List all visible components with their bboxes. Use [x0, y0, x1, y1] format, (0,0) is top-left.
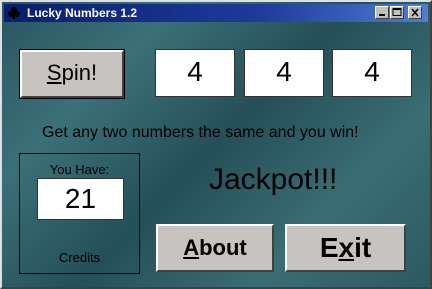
close-button[interactable]: [408, 6, 422, 19]
main-window: Lucky Numbers 1.2 Spin! 4 4 4 Get any tw…: [0, 0, 432, 289]
maximize-button[interactable]: [390, 6, 404, 19]
spin-label: pin!: [61, 60, 98, 85]
exit-accel-letter: x: [338, 232, 355, 263]
window-title: Lucky Numbers 1.2: [27, 6, 138, 20]
credits-heading: You Have:: [49, 162, 110, 177]
credits-panel: You Have: 21 Credits: [19, 153, 140, 274]
exit-first-letter: E: [319, 232, 339, 263]
close-icon: [411, 8, 419, 17]
result-text: Jackpot!!!: [209, 163, 338, 196]
title-bar[interactable]: Lucky Numbers 1.2: [4, 4, 428, 22]
about-button[interactable]: About: [156, 224, 274, 272]
reel-1: 4: [155, 49, 235, 97]
rules-text: Get any two numbers the same and you win…: [42, 124, 359, 141]
app-club-icon[interactable]: [7, 6, 21, 20]
spin-accel-letter: S: [46, 60, 62, 85]
reel-3: 4: [332, 49, 412, 97]
minimize-button[interactable]: [375, 6, 389, 19]
exit-label: it: [354, 232, 372, 263]
credits-value: 21: [37, 178, 124, 220]
spin-button[interactable]: Spin!: [19, 49, 125, 99]
reel-2: 4: [244, 49, 324, 97]
maximize-icon: [392, 8, 402, 16]
about-accel-letter: A: [183, 235, 200, 260]
minimize-icon: [379, 14, 385, 16]
exit-button[interactable]: Exit: [285, 224, 406, 272]
credits-label: Credits: [58, 250, 101, 265]
about-label: bout: [199, 235, 247, 260]
